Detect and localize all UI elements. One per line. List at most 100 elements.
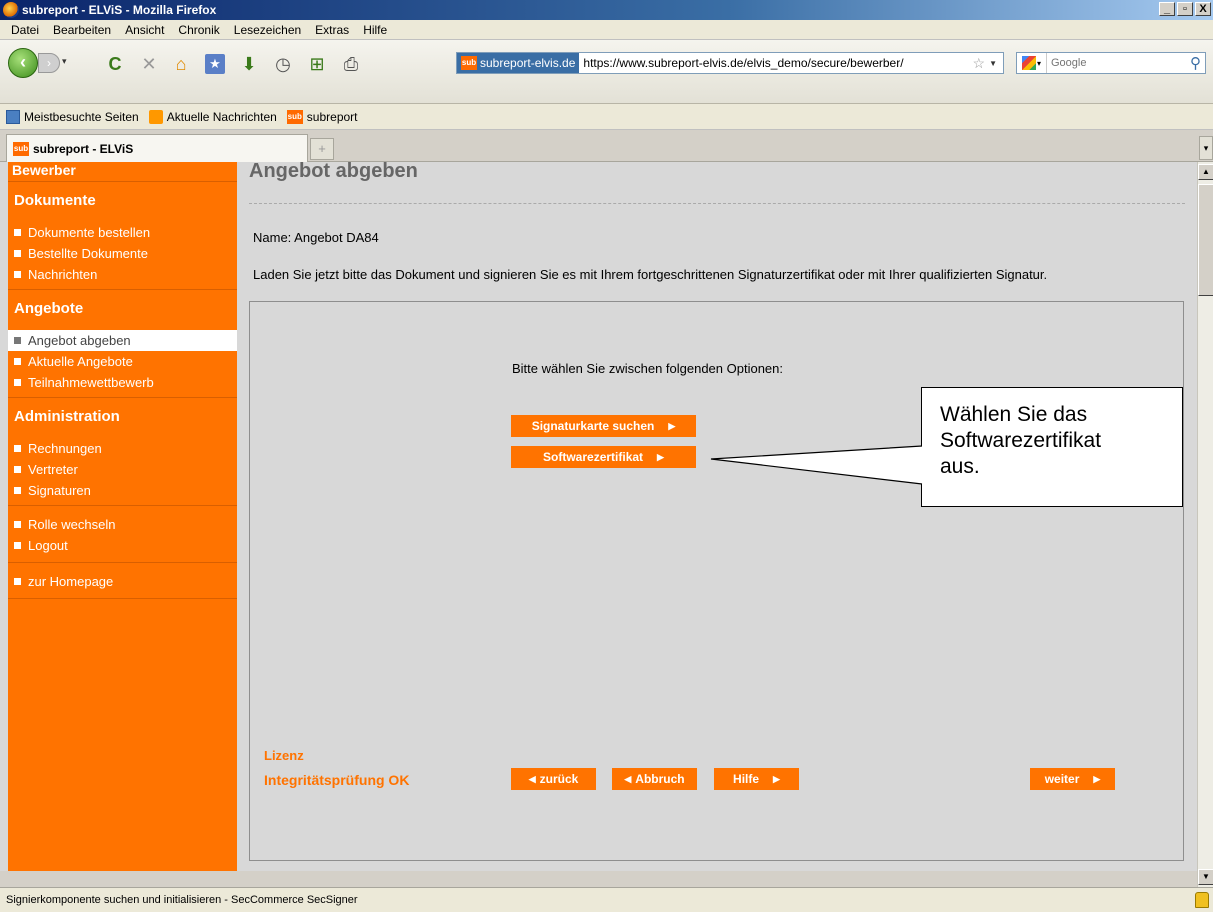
history-dropdown-icon[interactable]: ▾ — [62, 56, 67, 67]
vertical-scrollbar[interactable]: ▲ ▼ — [1197, 162, 1213, 887]
bookmark-page-star-icon[interactable]: ☆ — [973, 55, 986, 72]
abbruch-button[interactable]: ◀ Abbruch — [612, 768, 697, 790]
sidebar-item-signaturen[interactable]: Signaturen — [8, 480, 237, 501]
signaturkarte-suchen-button[interactable]: Signaturkarte suchen ▶ — [511, 415, 696, 437]
menu-hilfe[interactable]: Hilfe — [356, 23, 394, 37]
sidebar-heading: Administration — [14, 408, 120, 425]
page-title: Angebot abgeben — [249, 162, 418, 182]
sidebar-item-label: Rechnungen — [28, 441, 102, 456]
home-icon[interactable]: ⌂ — [168, 52, 194, 76]
sidebar: Bewerber Dokumente Dokumente bestellen B… — [8, 162, 237, 871]
sidebar-item-dokumente-bestellen[interactable]: Dokumente bestellen — [8, 222, 237, 243]
firefox-icon — [3, 2, 19, 18]
menu-bar: Datei Bearbeiten Ansicht Chronik Lesezei… — [0, 20, 1213, 40]
arrow-right-icon: ▶ — [668, 420, 676, 431]
engine-dropdown-icon: ▾ — [1036, 58, 1041, 68]
weiter-button[interactable]: weiter ▶ — [1030, 768, 1115, 790]
ssl-lock-icon[interactable] — [1195, 892, 1209, 908]
sidebar-item-angebot-abgeben[interactable]: Angebot abgeben — [8, 330, 237, 351]
url-dropdown-icon[interactable]: ▼ — [989, 59, 997, 68]
callout-line-2: Softwarezertifikat — [940, 429, 1102, 452]
sidebar-item-label: Rolle wechseln — [28, 517, 116, 532]
button-label: Abbruch — [635, 772, 685, 786]
search-box[interactable]: ▾ ⚲ — [1016, 52, 1206, 74]
subreport-favicon: sub — [13, 141, 29, 156]
sidebar-group-homepage: zur Homepage — [8, 563, 237, 599]
instruction-text: Laden Sie jetzt bitte das Dokument und s… — [253, 267, 1048, 282]
search-engine-selector[interactable]: ▾ — [1017, 53, 1047, 73]
minimize-button[interactable]: _ — [1159, 2, 1175, 16]
reload-icon[interactable]: C — [102, 52, 128, 76]
sidebar-item-logout[interactable]: Logout — [8, 535, 237, 556]
options-prompt: Bitte wählen Sie zwischen folgenden Opti… — [512, 361, 784, 376]
sidebar-item-label: zur Homepage — [28, 574, 114, 589]
window-controls: _ ▫ X — [1159, 2, 1211, 16]
sidebar-item-label: Nachrichten — [28, 267, 98, 282]
sidebar-item-label: Dokumente bestellen — [28, 225, 151, 240]
button-label: Signaturkarte suchen — [531, 419, 655, 433]
sidebar-item-bestellte-dokumente[interactable]: Bestellte Dokumente — [8, 243, 237, 264]
hilfe-button[interactable]: Hilfe ▶ — [714, 768, 799, 790]
lizenz-link[interactable]: Lizenz — [264, 748, 304, 763]
tab-list-dropdown-icon[interactable]: ▾ — [1199, 136, 1213, 160]
forward-button[interactable]: › — [38, 53, 60, 73]
scroll-up-icon[interactable]: ▲ — [1198, 164, 1213, 180]
zurueck-button[interactable]: ◀ zurück — [511, 768, 596, 790]
bookmark-meistbesuchte[interactable]: Meistbesuchte Seiten — [6, 109, 139, 124]
bullet-icon — [14, 578, 21, 585]
sidebar-item-vertreter[interactable]: Vertreter — [8, 459, 237, 480]
instruction-callout: Wählen Sie das Softwarezertifikat aus. — [921, 387, 1183, 507]
menu-datei[interactable]: Datei — [4, 23, 46, 37]
sidebar-item-aktuelle-angebote[interactable]: Aktuelle Angebote — [8, 351, 237, 372]
history-clock-icon[interactable]: ◷ — [270, 52, 296, 76]
sidebar-item-zur-homepage[interactable]: zur Homepage — [8, 571, 237, 592]
sidebar-item-rechnungen[interactable]: Rechnungen — [8, 438, 237, 459]
new-window-icon[interactable]: ⊞ — [304, 52, 330, 76]
address-bar[interactable]: sub subreport-elvis.de https://www.subre… — [456, 52, 1004, 74]
bullet-icon — [14, 445, 21, 452]
button-label: zurück — [539, 772, 579, 786]
scroll-down-icon[interactable]: ▼ — [1198, 869, 1213, 885]
bullet-icon — [14, 379, 21, 386]
page-content: Bewerber Dokumente Dokumente bestellen B… — [0, 162, 1197, 871]
bookmark-aktuelle-nachrichten[interactable]: Aktuelle Nachrichten — [148, 109, 277, 124]
download-icon[interactable]: ⬇ — [236, 52, 262, 76]
maximize-button[interactable]: ▫ — [1177, 2, 1193, 16]
site-identity-button[interactable]: sub subreport-elvis.de — [457, 53, 580, 73]
search-input[interactable] — [1047, 57, 1177, 69]
print-icon[interactable]: ⎙ — [338, 52, 364, 76]
sidebar-item-rolle-wechseln[interactable]: Rolle wechseln — [8, 514, 237, 535]
rss-feed-icon — [148, 109, 163, 124]
menu-chronik[interactable]: Chronik — [171, 23, 226, 37]
sidebar-item-label: Bestellte Dokumente — [28, 246, 148, 261]
sidebar-item-label: Teilnahmewettbewerb — [28, 375, 154, 390]
url-text[interactable]: https://www.subreport-elvis.de/elvis_dem… — [579, 56, 968, 70]
back-button[interactable]: ‹ — [8, 48, 38, 78]
menu-lesezeichen[interactable]: Lesezeichen — [227, 23, 308, 37]
subreport-favicon: sub — [286, 109, 303, 124]
button-label: Hilfe — [733, 772, 760, 786]
status-bar: Signierkomponente suchen und initialisie… — [0, 887, 1213, 912]
stop-icon[interactable]: ✕ — [136, 52, 162, 76]
bookmark-subreport[interactable]: sub subreport — [286, 109, 358, 124]
tab-subreport-elvis[interactable]: sub subreport - ELViS — [6, 134, 308, 162]
arrow-right-icon: ▶ — [657, 451, 664, 462]
bullet-icon — [14, 521, 21, 528]
menu-bearbeiten[interactable]: Bearbeiten — [46, 23, 118, 37]
new-tab-button[interactable]: + — [310, 138, 334, 160]
bookmarks-bar: Meistbesuchte Seiten Aktuelle Nachrichte… — [0, 104, 1213, 130]
sidebar-section-dokumente: Dokumente Dokumente bestellen Bestellte … — [8, 182, 237, 290]
softwarezertifikat-button[interactable]: Softwarezertifikat ▶ — [511, 446, 696, 468]
menu-ansicht[interactable]: Ansicht — [118, 23, 171, 37]
sidebar-item-teilnahmewettbewerb[interactable]: Teilnahmewettbewerb — [8, 372, 237, 393]
callout-line-3: aus. — [940, 455, 980, 478]
close-button[interactable]: X — [1195, 2, 1211, 16]
search-magnifier-icon[interactable]: ⚲ — [1190, 54, 1201, 72]
menu-extras[interactable]: Extras — [308, 23, 356, 37]
bookmark-star-icon[interactable]: ★ — [202, 52, 228, 76]
sidebar-section-angebote: Angebote Angebot abgeben Aktuelle Angebo… — [8, 290, 237, 398]
bullet-icon — [14, 542, 21, 549]
scroll-thumb[interactable] — [1198, 184, 1213, 296]
sidebar-item-nachrichten[interactable]: Nachrichten — [8, 264, 237, 285]
bullet-icon — [14, 250, 21, 257]
